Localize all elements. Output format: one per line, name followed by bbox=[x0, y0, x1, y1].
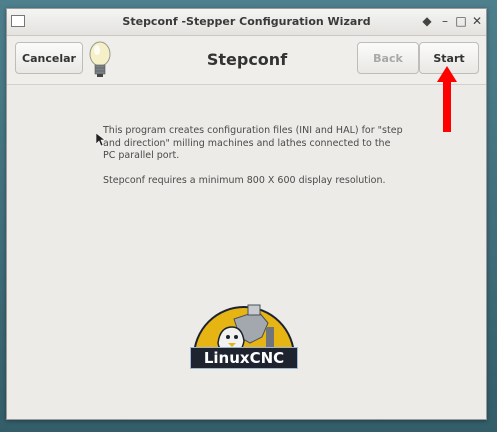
maximize-icon[interactable]: □ bbox=[453, 12, 469, 30]
cancel-button[interactable]: Cancelar bbox=[15, 42, 83, 74]
window-menu-icon[interactable]: ◆ bbox=[419, 12, 435, 30]
minimize-icon[interactable]: – bbox=[437, 12, 453, 30]
logo-wordmark: LinuxCNC bbox=[190, 347, 298, 369]
window-title: Stepconf -Stepper Configuration Wizard bbox=[122, 15, 371, 28]
linuxcnc-logo: LinuxCNC bbox=[188, 297, 300, 381]
wizard-header: Cancelar Stepconf Back Start bbox=[7, 36, 486, 85]
resolution-note: Stepconf requires a minimum 800 X 600 di… bbox=[103, 174, 386, 186]
wizard-title: Stepconf bbox=[206, 50, 288, 69]
description: This program creates configuration files… bbox=[103, 125, 403, 199]
description-paragraph: This program creates configuration files… bbox=[103, 125, 403, 161]
annotation-arrow-icon bbox=[437, 66, 457, 132]
lightbulb-icon bbox=[89, 41, 111, 77]
wizard-content: This program creates configuration files… bbox=[7, 85, 486, 419]
titlebar[interactable]: Stepconf -Stepper Configuration Wizard ◆… bbox=[7, 9, 486, 36]
stepconf-window: Stepconf -Stepper Configuration Wizard ◆… bbox=[6, 8, 487, 420]
back-button[interactable]: Back bbox=[357, 42, 419, 74]
close-icon[interactable]: ✕ bbox=[469, 12, 485, 30]
